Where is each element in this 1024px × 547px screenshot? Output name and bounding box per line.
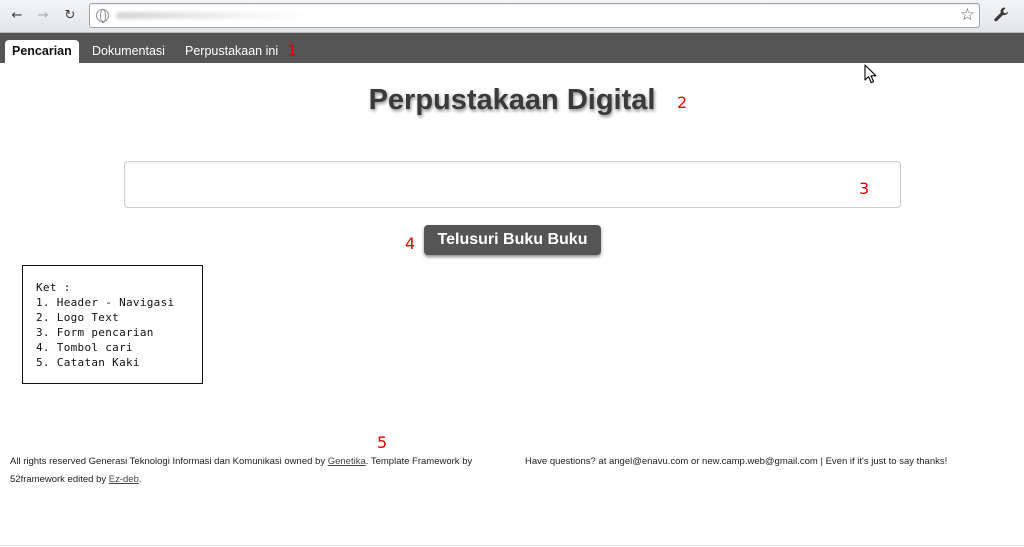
blurred-url [116,12,312,19]
browser-toolbar: ← → ↻ ☆ [0,0,1024,33]
legend-item: 4. Tombol cari [36,341,133,354]
forward-icon[interactable]: → [32,5,54,25]
star-icon[interactable]: ☆ [960,5,975,25]
mouse-cursor-icon [864,64,877,84]
tab-pencarian[interactable]: Pencarian [5,40,79,63]
tab-perpustakaan-ini[interactable]: Perpustakaan ini [178,40,285,63]
bottom-divider [0,545,1024,546]
footer-edited-text: 52framework edited by [10,474,109,485]
footer-framework-text: . Template Framework by [365,456,473,467]
logo-text: Perpustakaan Digital [368,84,656,116]
footer-copyright-text: All rights reserved Generasi Teknologi I… [10,456,328,467]
annotation-2: 2 [677,93,688,112]
legend-box: Ket : 1. Header - Navigasi 2. Logo Text … [22,265,203,384]
wrench-icon-svg [994,7,1009,22]
annotation-3: 3 [859,179,870,198]
tab-dokumentasi[interactable]: Dokumentasi [85,40,172,63]
legend-item: 1. Header - Navigasi [36,296,175,309]
search-input[interactable] [124,161,901,208]
back-icon[interactable]: ← [6,5,28,25]
annotation-5: 5 [377,433,388,452]
legend-item: 3. Form pencarian [36,326,154,339]
address-bar[interactable]: ☆ [89,3,980,28]
header-navigation: Pencarian Dokumentasi Perpustakaan ini 1 [0,33,1024,63]
genetika-link[interactable]: Genetika [328,456,366,467]
legend-item: 5. Catatan Kaki [36,356,140,369]
search-button[interactable]: Telusuri Buku Buku [424,225,601,255]
reload-icon[interactable]: ↻ [59,5,81,25]
footer-contact-text: Have questions? at angel@enavu.com or ne… [525,456,948,467]
globe-icon [96,9,109,23]
wrench-icon[interactable] [993,6,1011,29]
annotation-4: 4 [405,234,416,253]
legend-item: 2. Logo Text [36,311,120,324]
footer-left: All rights reserved Generasi Teknologi I… [10,453,490,489]
ez-deb-link[interactable]: Ez-deb [109,474,139,485]
footer-period: . [138,474,142,485]
annotation-1: 1 [287,41,298,60]
legend-title: Ket : [36,281,71,294]
